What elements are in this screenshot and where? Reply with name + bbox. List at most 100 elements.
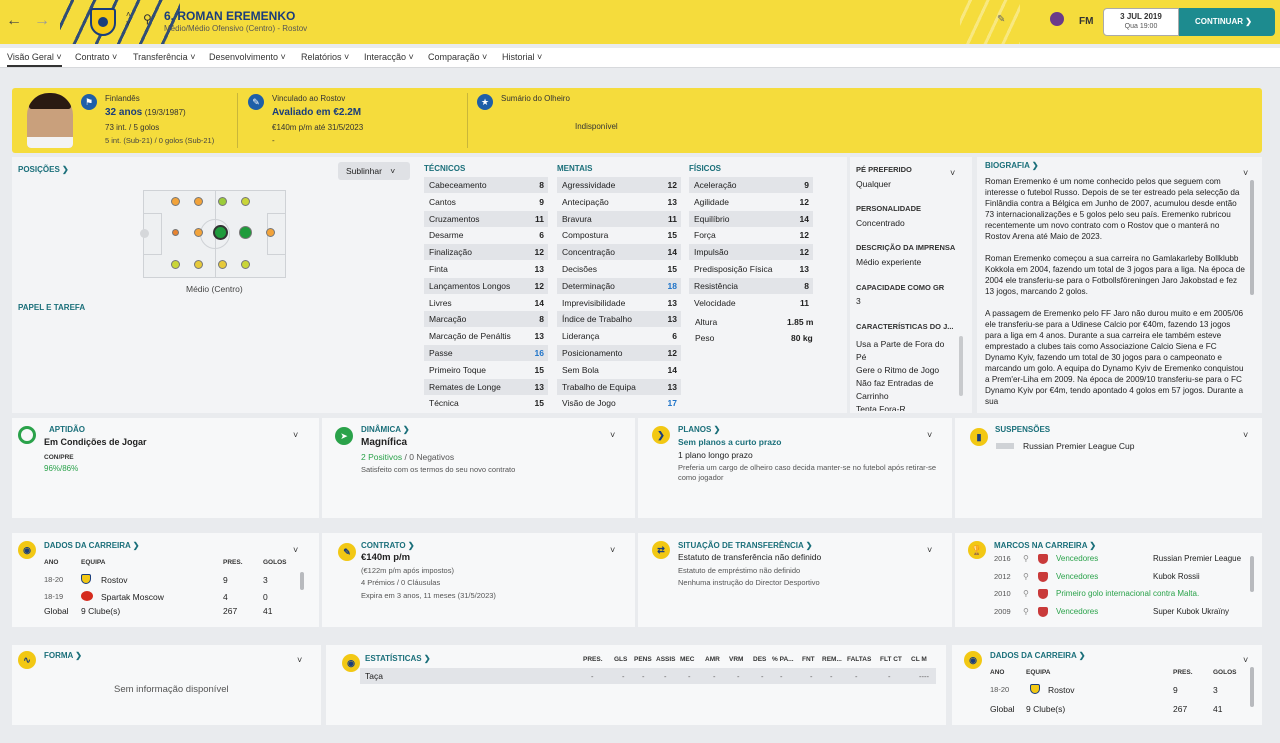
attribute-row[interactable]: Equilíbrio 14 <box>689 210 813 227</box>
player-switch-icon[interactable]: ˄ ˅ <box>126 10 131 28</box>
fitness-title[interactable]: APTIDÃO <box>49 425 85 434</box>
stats-col-header[interactable]: ASSIS <box>656 656 676 663</box>
stats-col-header[interactable]: AMR <box>705 656 720 663</box>
attribute-row[interactable]: Força 12 <box>689 227 813 243</box>
attribute-row[interactable]: Visão de Jogo 17 <box>557 395 681 411</box>
stats-col-header[interactable]: CL M <box>911 656 927 663</box>
table-row[interactable]: 18-20 Rostov 9 3 <box>990 684 1250 699</box>
plans-title[interactable]: PLANOS ❯ <box>678 425 720 434</box>
attribute-row[interactable]: Predisposição Física 13 <box>689 261 813 277</box>
career-scrollbar[interactable] <box>300 572 304 590</box>
back-arrow-icon[interactable]: ← <box>6 12 22 30</box>
role-title[interactable]: PAPEL E TAREFA <box>18 303 85 312</box>
attribute-row[interactable]: Marcação de Penáltis 13 <box>424 328 548 344</box>
tab-contract[interactable]: Contrato ˅ <box>75 52 117 62</box>
attribute-row[interactable]: Velocidade 11 <box>689 295 813 311</box>
attribute-row[interactable]: Aceleração 9 <box>689 177 813 193</box>
attribute-row[interactable]: Finta 13 <box>424 261 548 277</box>
positions-title[interactable]: POSIÇÕES ❯ <box>18 165 69 174</box>
chevron-down-icon[interactable]: ˅ <box>927 430 932 440</box>
table-row[interactable]: 18-20 Rostov 9 3 <box>44 574 304 589</box>
chevron-down-icon[interactable]: ˅ <box>1243 655 1248 665</box>
continue-button[interactable]: CONTINUAR ❯ <box>1179 8 1275 36</box>
stats-col-header[interactable]: % PA... <box>772 656 794 663</box>
tab-comparison[interactable]: Comparação ˅ <box>428 52 487 62</box>
table-row[interactable]: Taça <box>360 668 936 684</box>
attribute-row[interactable]: Marcação 8 <box>424 311 548 328</box>
attribute-row[interactable]: Determinação 18 <box>557 277 681 294</box>
attribute-row[interactable]: Decisões 15 <box>557 261 681 277</box>
attribute-row[interactable]: Resistência 8 <box>689 277 813 294</box>
attribute-row[interactable]: Cruzamentos 11 <box>424 210 548 227</box>
stats-col-header[interactable]: MEC <box>680 656 694 663</box>
stats-col-header[interactable]: FNT <box>802 656 815 663</box>
attribute-row[interactable]: Liderança 6 <box>557 328 681 344</box>
attribute-row[interactable]: Livres 14 <box>424 295 548 311</box>
attribute-row[interactable]: Agilidade 12 <box>689 194 813 210</box>
attribute-row[interactable]: Cantos 9 <box>424 194 548 210</box>
attribute-row[interactable]: Cabeceamento 8 <box>424 177 548 193</box>
list-item[interactable]: 2012 ⚲ Vencedores Kubok Rossii <box>994 571 1248 586</box>
date-box[interactable]: 3 JUL 2019 Qua 19:00 <box>1103 8 1179 36</box>
attribute-row[interactable]: Bravura 11 <box>557 210 681 227</box>
attribute-row[interactable]: Remates de Longe 13 <box>424 378 548 395</box>
bio-scrollbar[interactable] <box>1250 180 1254 295</box>
stats-col-header[interactable]: REM... <box>822 656 842 663</box>
tab-interaction[interactable]: Interacção ˅ <box>364 52 414 62</box>
chevron-down-icon[interactable]: ˅ <box>293 430 298 440</box>
highlight-dropdown[interactable]: Sublinhar ˅ <box>338 162 410 180</box>
chevron-down-icon[interactable]: ˅ <box>927 545 932 555</box>
stats-col-header[interactable]: PRES. <box>583 656 603 663</box>
edit-icon[interactable]: ✎ <box>997 14 1005 25</box>
tab-history[interactable]: Historial ˅ <box>502 52 542 62</box>
attribute-row[interactable]: Antecipação 13 <box>557 194 681 210</box>
form-title[interactable]: FORMA ❯ <box>44 651 82 660</box>
list-item[interactable]: 2016 ⚲ Vencedores Russian Premier League <box>994 554 1248 568</box>
chevron-down-icon[interactable]: ˅ <box>610 430 615 440</box>
stats-col-header[interactable]: DES <box>753 656 766 663</box>
scout-summary-title[interactable]: Sumário do Olheiro <box>501 94 570 103</box>
attribute-row[interactable]: Compostura 15 <box>557 227 681 243</box>
list-item[interactable]: 2009 ⚲ Vencedores Super Kubok Ukraïny <box>994 606 1248 621</box>
career-title[interactable]: DADOS DA CARREIRA ❯ <box>44 541 139 550</box>
transfer-title[interactable]: SITUAÇÃO DE TRANSFERÊNCIA ❯ <box>678 541 812 550</box>
attribute-row[interactable]: Sem Bola 14 <box>557 362 681 378</box>
stats-col-header[interactable]: VRM <box>729 656 743 663</box>
dynamics-title[interactable]: DINÂMICA ❯ <box>361 425 410 434</box>
stats-title[interactable]: ESTATÍSTICAS ❯ <box>365 654 431 663</box>
attribute-row[interactable]: Lançamentos Longos 12 <box>424 277 548 294</box>
tab-development[interactable]: Desenvolvimento ˅ <box>209 52 286 62</box>
list-item[interactable]: 2010 ⚲ Primeiro golo internacional contra … <box>994 589 1248 603</box>
league-icon[interactable] <box>1050 12 1064 26</box>
contract-title[interactable]: CONTRATO ❯ <box>361 541 415 550</box>
career2-scrollbar[interactable] <box>1250 667 1254 707</box>
attribute-row[interactable]: Concentração 14 <box>557 244 681 261</box>
attribute-row[interactable]: Posicionamento 12 <box>557 345 681 361</box>
attribute-row[interactable]: Índice de Trabalho 13 <box>557 311 681 328</box>
milestones-scrollbar[interactable] <box>1250 556 1254 592</box>
attribute-row[interactable]: Técnica 15 <box>424 395 548 411</box>
search-icon[interactable]: ⚲ <box>143 12 152 26</box>
attribute-row[interactable]: Passe 16 <box>424 345 548 361</box>
chevron-down-icon[interactable]: ˅ <box>610 545 615 555</box>
attribute-row[interactable]: Trabalho de Equipa 13 <box>557 378 681 395</box>
chevron-down-icon[interactable]: ˅ <box>293 545 298 555</box>
suspensions-title[interactable]: SUSPENSÕES <box>995 425 1050 434</box>
table-row[interactable]: 18-19 Spartak Moscow 4 0 <box>44 591 304 606</box>
tab-transfer[interactable]: Transferência ˅ <box>133 52 195 62</box>
traits-scrollbar[interactable] <box>959 336 963 396</box>
milestones-title[interactable]: MARCOS NA CARREIRA ❯ <box>994 541 1096 550</box>
attribute-row[interactable]: Finalização 12 <box>424 244 548 261</box>
career2-title[interactable]: DADOS DA CARREIRA ❯ <box>990 651 1085 660</box>
forward-arrow-icon[interactable]: → <box>34 12 50 30</box>
tab-overview[interactable]: Visão Geral ˅ <box>7 52 62 67</box>
stats-col-header[interactable]: GLS <box>614 656 627 663</box>
attribute-row[interactable]: Primeiro Toque 15 <box>424 362 548 378</box>
attribute-row[interactable]: Impulsão 12 <box>689 244 813 261</box>
attribute-row[interactable]: Desarme 6 <box>424 227 548 243</box>
chevron-down-icon[interactable]: ˅ <box>297 655 302 665</box>
stats-col-header[interactable]: FALTAS <box>847 656 871 663</box>
attribute-row[interactable]: Imprevisibilidade 13 <box>557 295 681 311</box>
tab-reports[interactable]: Relatórios ˅ <box>301 52 349 62</box>
bio-title[interactable]: BIOGRAFIA ❯ <box>985 161 1039 170</box>
